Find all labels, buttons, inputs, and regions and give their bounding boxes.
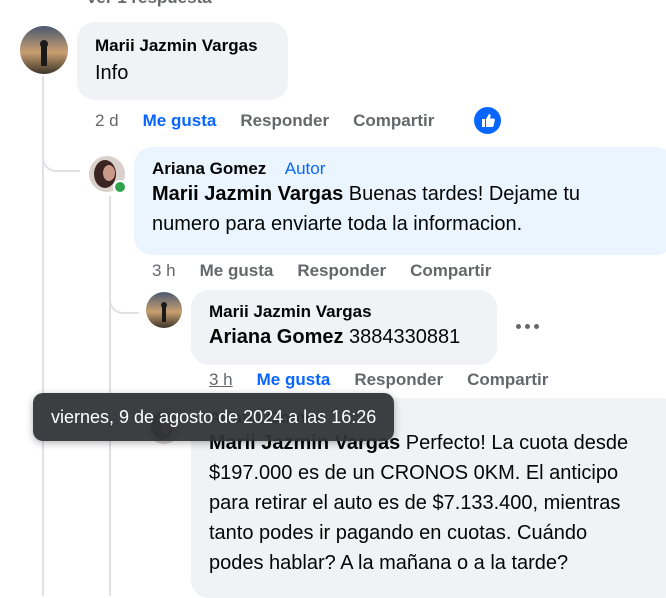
comment-text: Marii Jazmin Vargas Buenas tardes! Dejam… bbox=[152, 183, 581, 235]
comment-timestamp[interactable]: 3 h bbox=[152, 261, 176, 281]
comment-author[interactable]: Marii Jazmin Vargas bbox=[209, 302, 479, 322]
comment-timestamp[interactable]: 2 d bbox=[95, 111, 119, 131]
like-button[interactable]: Me gusta bbox=[200, 261, 274, 281]
online-status-icon bbox=[113, 180, 127, 194]
comment-text: Info bbox=[95, 62, 129, 84]
comment-author[interactable]: Ariana Gomez bbox=[152, 159, 266, 178]
comment-bubble: Marii Jazmin Vargas Info bbox=[77, 22, 288, 100]
comment-actions: 3 h Me gusta Responder Compartir bbox=[209, 370, 548, 390]
view-replies-link[interactable]: Ver 1 respuesta bbox=[86, 0, 212, 8]
comment-bubble: Ariana Gomez Autor Marii Jazmin Vargas B… bbox=[134, 147, 666, 255]
comment-actions: 2 d Me gusta Responder Compartir bbox=[95, 111, 434, 131]
comment-timestamp[interactable]: 3 h bbox=[209, 370, 233, 390]
more-options-icon[interactable] bbox=[516, 324, 539, 329]
comment-actions: 3 h Me gusta Responder Compartir bbox=[152, 261, 491, 281]
mention-link[interactable]: Marii Jazmin Vargas bbox=[152, 183, 343, 205]
share-button[interactable]: Compartir bbox=[467, 370, 548, 390]
reply-button[interactable]: Responder bbox=[297, 261, 386, 281]
comment-text: Ariana Gomez 3884330881 bbox=[209, 326, 461, 348]
timestamp-tooltip: viernes, 9 de agosto de 2024 a las 16:26 bbox=[33, 393, 395, 441]
mention-link[interactable]: Ariana Gomez bbox=[209, 326, 343, 348]
avatar[interactable] bbox=[20, 26, 68, 74]
avatar[interactable] bbox=[146, 292, 182, 328]
like-button[interactable]: Me gusta bbox=[143, 111, 217, 131]
reply-button[interactable]: Responder bbox=[240, 111, 329, 131]
author-badge: Autor bbox=[284, 159, 326, 178]
share-button[interactable]: Compartir bbox=[353, 111, 434, 131]
thread-connector bbox=[109, 292, 139, 314]
comment-author[interactable]: Marii Jazmin Vargas bbox=[95, 36, 270, 56]
comment-text: Marii Jazmin Vargas Perfecto! La cuota d… bbox=[209, 432, 629, 574]
comment-bubble: Marii Jazmin Vargas Ariana Gomez 3884330… bbox=[191, 290, 497, 365]
share-button[interactable]: Compartir bbox=[410, 261, 491, 281]
like-button[interactable]: Me gusta bbox=[257, 370, 331, 390]
thread-connector bbox=[42, 150, 80, 172]
reply-button[interactable]: Responder bbox=[354, 370, 443, 390]
like-reaction-icon[interactable] bbox=[474, 107, 501, 134]
